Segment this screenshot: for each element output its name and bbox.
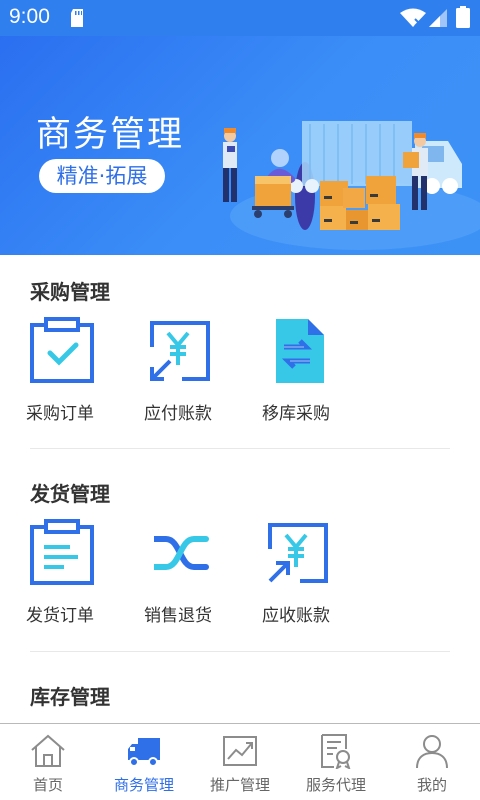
grid-label: 应收账款 — [262, 606, 330, 626]
wifi-icon — [400, 8, 426, 27]
banner-title: 商务管理 — [36, 115, 185, 155]
grid-label: 移库采购 — [262, 404, 330, 424]
grid-item-transfer-purchase[interactable]: 移库采购 — [246, 317, 346, 437]
grid-label: 发货订单 — [26, 606, 94, 626]
certificate-icon — [321, 734, 351, 769]
tab-service-agent[interactable]: 服务代理 — [288, 724, 384, 800]
grid-item-accounts-receivable[interactable]: 应收账款 — [246, 519, 346, 639]
clipboard-list-icon — [30, 519, 94, 585]
grid-item-sales-return[interactable]: 销售退货 — [128, 519, 228, 639]
grid-label: 销售退货 — [144, 606, 212, 626]
tab-label: 服务代理 — [305, 776, 366, 794]
crossing-arrows-icon — [154, 536, 209, 570]
tab-label: 商务管理 — [113, 776, 174, 794]
tab-label: 推广管理 — [209, 776, 270, 794]
trend-chart-icon — [223, 736, 257, 766]
status-bar: 9:00 — [0, 0, 480, 36]
grid-label: 采购订单 — [26, 404, 94, 424]
bottom-tab-bar: 首页 商务管理 推广管理 服务代理 我的 — [0, 723, 480, 800]
logistics-illustration — [223, 121, 480, 250]
section-divider — [30, 651, 450, 652]
grid-item-shipping-order[interactable]: 发货订单 — [10, 519, 110, 639]
grid-label: 应付账款 — [144, 404, 212, 424]
section-divider — [30, 448, 450, 449]
yen-incoming-icon — [268, 523, 328, 583]
battery-icon — [456, 6, 470, 28]
tab-label: 我的 — [416, 776, 447, 794]
grid-item-purchase-order[interactable]: 采购订单 — [10, 317, 110, 437]
section-title-inventory: 库存管理 — [30, 685, 110, 709]
signal-icon — [429, 9, 447, 27]
home-icon — [31, 734, 65, 767]
tab-promotion[interactable]: 推广管理 — [192, 724, 288, 800]
tab-business[interactable]: 商务管理 — [96, 724, 192, 800]
sd-card-icon — [71, 9, 83, 27]
main-content: 采购管理 采购订单 应付账款 移库采购 发货管理 发货订单 销售退货 应收账款 … — [0, 255, 480, 723]
tab-label: 首页 — [32, 776, 63, 794]
section-title-purchase: 采购管理 — [30, 280, 110, 304]
tab-home[interactable]: 首页 — [0, 724, 96, 800]
clipboard-check-icon — [30, 317, 94, 383]
file-transfer-icon — [276, 319, 324, 383]
user-icon — [416, 735, 448, 769]
status-time: 9:00 — [9, 5, 50, 28]
banner-subtitle: 精准·拓展 — [39, 159, 165, 193]
truck-icon — [128, 738, 160, 767]
section-title-shipping: 发货管理 — [30, 482, 110, 506]
yen-outgoing-icon — [150, 321, 210, 381]
banner: 商务管理 精准·拓展 — [0, 36, 480, 255]
tab-profile[interactable]: 我的 — [384, 724, 480, 800]
grid-item-accounts-payable[interactable]: 应付账款 — [128, 317, 228, 437]
